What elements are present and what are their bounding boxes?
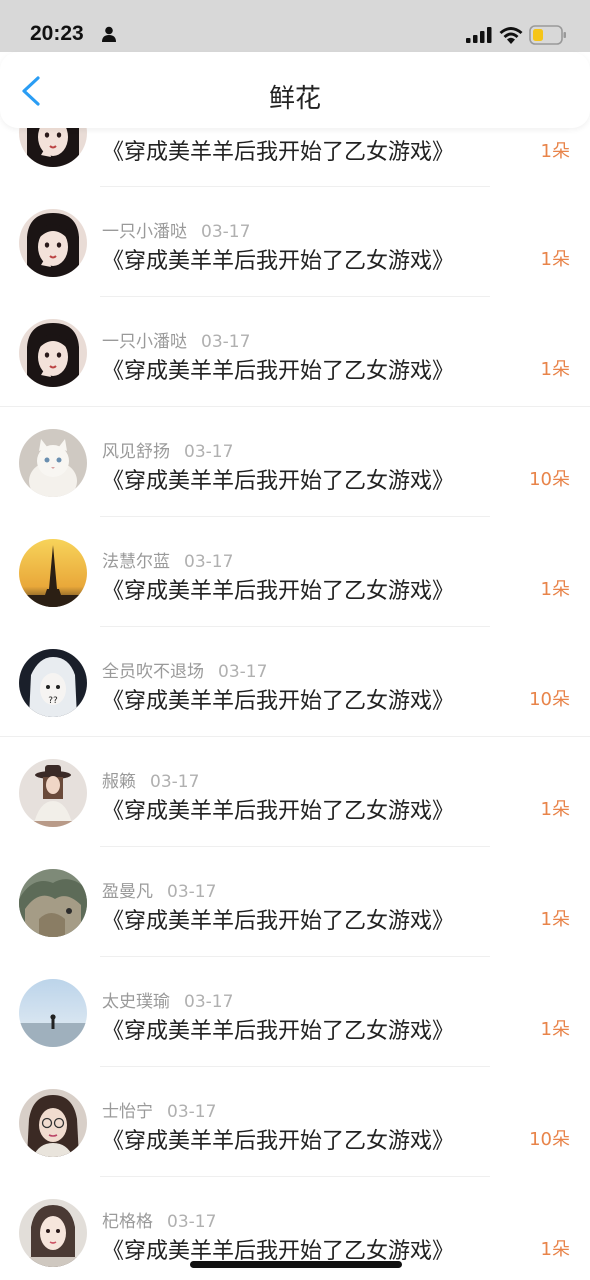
status-bar: 20:23 xyxy=(0,0,590,52)
user-name-text[interactable]: 赧籁 xyxy=(102,772,136,792)
list-item[interactable]: 一只小潘哒 03-17 《穿成美羊羊后我开始了乙女游戏》 1朵 xyxy=(0,187,590,297)
user-name-text[interactable]: 盈曼凡 xyxy=(102,882,153,902)
signal-icon xyxy=(466,27,492,43)
avatar[interactable] xyxy=(19,979,87,1047)
user-name[interactable]: 杞格格 03-17 xyxy=(102,1207,216,1232)
user-name[interactable]: 太史璞瑜 03-17 xyxy=(102,987,233,1012)
avatar[interactable] xyxy=(19,429,87,497)
date: 03-17 xyxy=(201,222,251,242)
flower-count: 1朵 xyxy=(540,359,570,380)
avatar[interactable] xyxy=(19,1089,87,1157)
list-item[interactable]: 盈曼凡 03-17 《穿成美羊羊后我开始了乙女游戏》 1朵 xyxy=(0,847,590,957)
user-name-text[interactable]: 一只小潘哒 xyxy=(102,222,187,242)
avatar[interactable] xyxy=(19,539,87,607)
user-name[interactable]: 风见舒扬 03-17 xyxy=(102,437,233,462)
flower-count: 10朵 xyxy=(529,689,570,710)
avatar[interactable]: ?? xyxy=(19,649,87,717)
book-title[interactable]: 《穿成美羊羊后我开始了乙女游戏》 xyxy=(102,353,454,385)
book-title[interactable]: 《穿成美羊羊后我开始了乙女游戏》 xyxy=(102,793,454,825)
date: 03-17 xyxy=(167,1102,217,1122)
flower-count: 1朵 xyxy=(540,1239,570,1260)
user-name-text[interactable]: 一只小潘哒 xyxy=(102,332,187,352)
flower-count: 10朵 xyxy=(529,469,570,490)
date: 03-17 xyxy=(150,772,200,792)
user-name-text[interactable]: 全员吹不退场 xyxy=(102,662,204,682)
book-title[interactable]: 《穿成美羊羊后我开始了乙女游戏》 xyxy=(102,683,454,715)
svg-text:??: ?? xyxy=(48,696,58,706)
avatar[interactable] xyxy=(19,209,87,277)
date: 03-17 xyxy=(184,552,234,572)
user-name[interactable]: 赧籁 03-17 xyxy=(102,767,199,792)
user-name-text[interactable]: 法慧尔蓝 xyxy=(102,552,170,572)
date: 03-17 xyxy=(184,992,234,1012)
list-item[interactable]: 士怡宁 03-17 《穿成美羊羊后我开始了乙女游戏》 10朵 xyxy=(0,1067,590,1177)
user-name[interactable]: 法慧尔蓝 03-17 xyxy=(102,547,233,572)
list-item[interactable]: 太史璞瑜 03-17 《穿成美羊羊后我开始了乙女游戏》 1朵 xyxy=(0,957,590,1067)
flower-count: 1朵 xyxy=(540,1019,570,1040)
battery-icon xyxy=(529,25,566,45)
flower-count: 1朵 xyxy=(540,579,570,600)
user-name-text[interactable]: 士怡宁 xyxy=(102,1102,153,1122)
date: 03-17 xyxy=(167,882,217,902)
status-time: 20:23 xyxy=(30,22,84,45)
date: 03-17 xyxy=(201,332,251,352)
nav-header: 鲜花 xyxy=(0,52,590,128)
user-name-text[interactable]: 太史璞瑜 xyxy=(102,992,170,1012)
flower-count: 1朵 xyxy=(540,909,570,930)
user-name[interactable]: 一只小潘哒 03-17 xyxy=(102,327,250,352)
flower-list: 《穿成美羊羊后我开始了乙女游戏》 1朵 一只小潘哒 03-17 《穿成美羊羊后我开… xyxy=(0,77,590,1280)
list-item[interactable]: 赧籁 03-17 《穿成美羊羊后我开始了乙女游戏》 1朵 xyxy=(0,737,590,847)
book-title[interactable]: 《穿成美羊羊后我开始了乙女游戏》 xyxy=(102,1123,454,1155)
user-name[interactable]: 士怡宁 03-17 xyxy=(102,1097,216,1122)
flower-count: 10朵 xyxy=(529,1129,570,1150)
person-icon xyxy=(102,26,116,42)
date: 03-17 xyxy=(184,442,234,462)
flower-count: 1朵 xyxy=(540,799,570,820)
avatar[interactable] xyxy=(19,759,87,827)
user-name-text[interactable]: 杞格格 xyxy=(102,1212,153,1232)
user-name[interactable]: 一只小潘哒 03-17 xyxy=(102,217,250,242)
user-name[interactable]: 盈曼凡 03-17 xyxy=(102,877,216,902)
list-item[interactable]: 法慧尔蓝 03-17 《穿成美羊羊后我开始了乙女游戏》 1朵 xyxy=(0,517,590,627)
wifi-icon xyxy=(499,27,523,44)
book-title[interactable]: 《穿成美羊羊后我开始了乙女游戏》 xyxy=(102,573,454,605)
book-title[interactable]: 《穿成美羊羊后我开始了乙女游戏》 xyxy=(102,903,454,935)
flower-count: 1朵 xyxy=(540,141,570,162)
date: 03-17 xyxy=(218,662,268,682)
date: 03-17 xyxy=(167,1212,217,1232)
list-item[interactable]: 一只小潘哒 03-17 《穿成美羊羊后我开始了乙女游戏》 1朵 xyxy=(0,297,590,407)
book-title[interactable]: 《穿成美羊羊后我开始了乙女游戏》 xyxy=(102,463,454,495)
book-title[interactable]: 《穿成美羊羊后我开始了乙女游戏》 xyxy=(102,243,454,275)
avatar[interactable] xyxy=(19,319,87,387)
list-item[interactable]: ?? 全员吹不退场 03-17 《穿成美羊羊后我开始了乙女游戏》 10朵 xyxy=(0,627,590,737)
avatar[interactable] xyxy=(19,869,87,937)
avatar[interactable] xyxy=(19,1199,87,1267)
home-indicator[interactable] xyxy=(190,1261,402,1268)
flower-count: 1朵 xyxy=(540,249,570,270)
book-title[interactable]: 《穿成美羊羊后我开始了乙女游戏》 xyxy=(102,134,454,166)
user-name-text[interactable]: 风见舒扬 xyxy=(102,442,170,462)
user-name[interactable]: 全员吹不退场 03-17 xyxy=(102,657,267,682)
list-item[interactable]: 风见舒扬 03-17 《穿成美羊羊后我开始了乙女游戏》 10朵 xyxy=(0,407,590,517)
book-title[interactable]: 《穿成美羊羊后我开始了乙女游戏》 xyxy=(102,1013,454,1045)
page-title: 鲜花 xyxy=(268,84,321,114)
